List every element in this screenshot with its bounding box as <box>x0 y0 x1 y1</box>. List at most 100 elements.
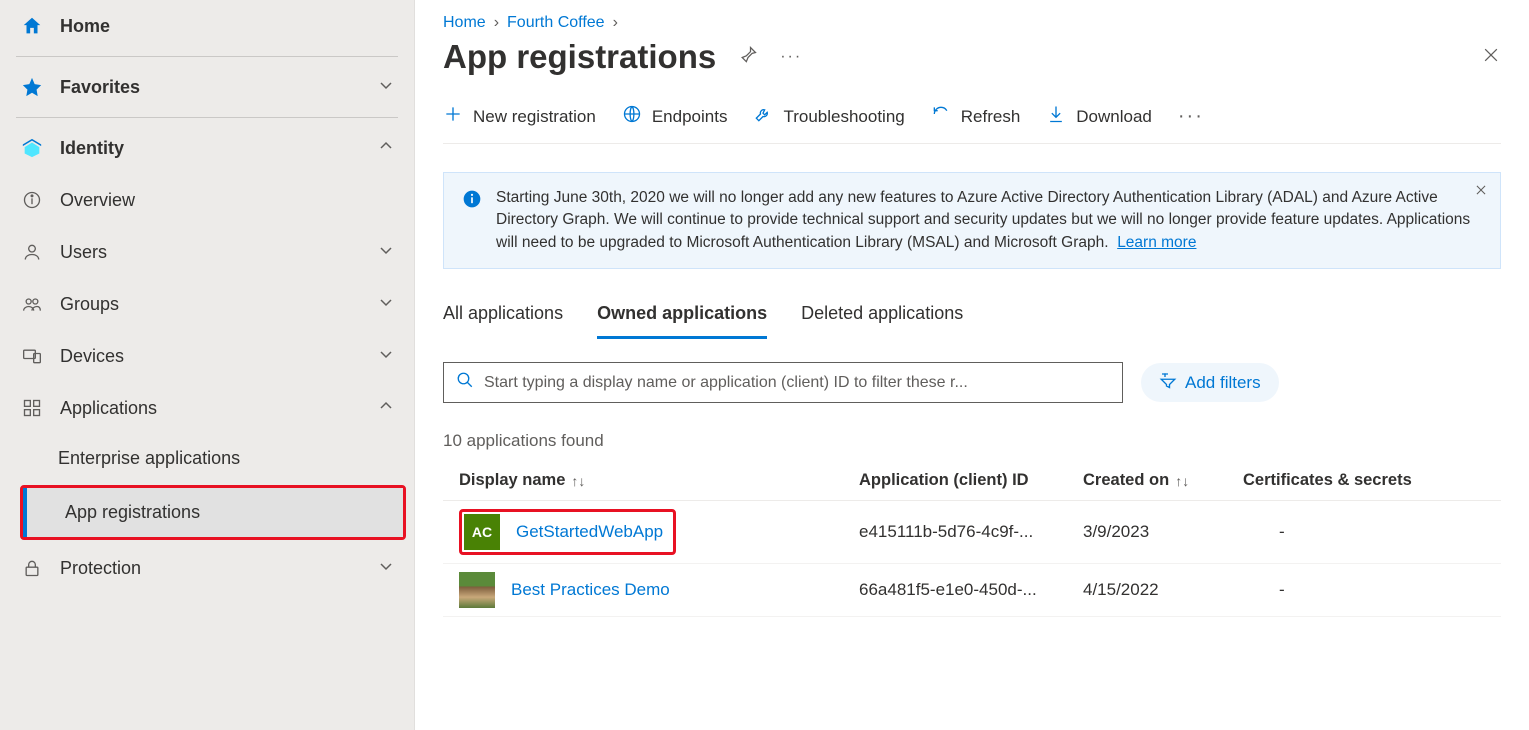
titlebar: App registrations ··· <box>443 38 1501 76</box>
tabs: All applications Owned applications Dele… <box>443 303 1501 340</box>
banner-text: Starting June 30th, 2020 we will no long… <box>496 187 1482 254</box>
divider <box>16 56 398 57</box>
new-registration-button[interactable]: New registration <box>443 104 596 129</box>
sidebar-item-users[interactable]: Users <box>0 226 414 278</box>
close-icon[interactable] <box>1481 45 1501 70</box>
sidebar-item-identity[interactable]: Identity <box>0 122 414 174</box>
sidebar-item-app-registrations[interactable]: App registrations <box>23 488 403 537</box>
breadcrumb-org[interactable]: Fourth Coffee <box>507 14 605 32</box>
search-input[interactable] <box>484 374 1110 392</box>
column-created-on[interactable]: Created on ↑↓ <box>1083 471 1243 490</box>
tab-owned-applications[interactable]: Owned applications <box>597 303 767 339</box>
sidebar-item-applications[interactable]: Applications <box>0 382 414 434</box>
column-label: Created on <box>1083 471 1169 490</box>
table-row[interactable]: Best Practices Demo 66a481f5-e1e0-450d-.… <box>443 564 1501 617</box>
sidebar-item-home[interactable]: Home <box>0 0 414 52</box>
chevron-down-icon <box>378 77 394 98</box>
column-display-name[interactable]: Display name ↑↓ <box>443 471 859 490</box>
sidebar-item-enterprise-applications[interactable]: Enterprise applications <box>0 434 414 483</box>
add-filters-button[interactable]: Add filters <box>1141 363 1279 402</box>
info-banner: Starting June 30th, 2020 we will no long… <box>443 172 1501 269</box>
banner-message: Starting June 30th, 2020 we will no long… <box>496 189 1470 251</box>
chevron-right-icon: › <box>494 14 499 32</box>
toolbar-label: Refresh <box>961 107 1021 127</box>
pin-icon[interactable] <box>738 45 758 70</box>
group-icon <box>20 292 44 316</box>
cell-certificates: - <box>1243 580 1463 600</box>
cell-display-name: AC GetStartedWebApp <box>443 509 859 555</box>
sidebar-item-label: Protection <box>60 558 378 579</box>
breadcrumb: Home › Fourth Coffee › <box>443 14 1501 32</box>
applications-subnav: Enterprise applications App registration… <box>0 434 414 540</box>
sidebar-item-label: Home <box>60 16 394 37</box>
search-icon <box>456 371 474 394</box>
cell-application-id: e415111b-5d76-4c9f-... <box>859 522 1083 542</box>
toolbar: New registration Endpoints Troubleshooti… <box>443 104 1501 144</box>
annotation-highlight: AC GetStartedWebApp <box>459 509 676 555</box>
sidebar-item-label: Devices <box>60 346 378 367</box>
search-input-wrapper[interactable] <box>443 362 1123 403</box>
sidebar-item-label: Applications <box>60 398 378 419</box>
column-application-id[interactable]: Application (client) ID <box>859 471 1083 490</box>
info-icon <box>20 188 44 212</box>
divider <box>16 117 398 118</box>
troubleshooting-button[interactable]: Troubleshooting <box>753 104 904 129</box>
tab-all-applications[interactable]: All applications <box>443 303 563 339</box>
sidebar-item-label: Overview <box>60 190 394 211</box>
close-icon[interactable] <box>1474 183 1488 202</box>
table-row[interactable]: AC GetStartedWebApp e415111b-5d76-4c9f-.… <box>443 501 1501 564</box>
table-header: Display name ↑↓ Application (client) ID … <box>443 461 1501 501</box>
app-badge <box>459 572 495 608</box>
sidebar-item-favorites[interactable]: Favorites <box>0 61 414 113</box>
wrench-icon <box>753 104 773 129</box>
column-label: Display name <box>459 471 565 490</box>
chevron-down-icon <box>378 242 394 263</box>
add-filters-label: Add filters <box>1185 373 1261 393</box>
plus-icon <box>443 104 463 129</box>
learn-more-link[interactable]: Learn more <box>1117 234 1196 251</box>
download-button[interactable]: Download <box>1046 104 1152 129</box>
star-icon <box>20 75 44 99</box>
endpoints-button[interactable]: Endpoints <box>622 104 728 129</box>
tab-deleted-applications[interactable]: Deleted applications <box>801 303 963 339</box>
refresh-button[interactable]: Refresh <box>931 104 1021 129</box>
home-icon <box>20 14 44 38</box>
sidebar-item-label: Identity <box>60 138 378 159</box>
chevron-down-icon <box>378 294 394 315</box>
sort-icon: ↑↓ <box>571 473 585 489</box>
toolbar-label: Troubleshooting <box>783 107 904 127</box>
sidebar-item-protection[interactable]: Protection <box>0 542 414 594</box>
app-badge: AC <box>464 514 500 550</box>
download-icon <box>1046 104 1066 129</box>
sidebar-item-devices[interactable]: Devices <box>0 330 414 382</box>
sidebar-item-overview[interactable]: Overview <box>0 174 414 226</box>
more-icon[interactable]: ··· <box>780 48 802 66</box>
sidebar-item-label: Users <box>60 242 378 263</box>
breadcrumb-home[interactable]: Home <box>443 14 486 32</box>
toolbar-label: Endpoints <box>652 107 728 127</box>
app-link[interactable]: Best Practices Demo <box>511 580 670 600</box>
sidebar-item-label: Enterprise applications <box>58 448 394 469</box>
cell-certificates: - <box>1243 522 1463 542</box>
refresh-icon <box>931 104 951 129</box>
chevron-up-icon <box>378 398 394 419</box>
column-certificates-secrets[interactable]: Certificates & secrets <box>1243 471 1463 490</box>
chevron-down-icon <box>378 346 394 367</box>
toolbar-label: New registration <box>473 107 596 127</box>
result-count: 10 applications found <box>443 431 1501 451</box>
column-label: Application (client) ID <box>859 471 1029 490</box>
cell-created-on: 4/15/2022 <box>1083 580 1243 600</box>
sidebar-item-label: App registrations <box>65 502 383 523</box>
filter-icon <box>1159 371 1177 394</box>
sidebar-item-groups[interactable]: Groups <box>0 278 414 330</box>
lock-icon <box>20 556 44 580</box>
toolbar-label: Download <box>1076 107 1152 127</box>
toolbar-more-icon[interactable]: ··· <box>1178 105 1204 128</box>
cell-display-name: Best Practices Demo <box>443 572 859 608</box>
column-label: Certificates & secrets <box>1243 471 1412 490</box>
app-link[interactable]: GetStartedWebApp <box>516 522 663 542</box>
chevron-down-icon <box>378 558 394 579</box>
cell-application-id: 66a481f5-e1e0-450d-... <box>859 580 1083 600</box>
info-icon <box>462 189 482 254</box>
sidebar-item-label: Groups <box>60 294 378 315</box>
